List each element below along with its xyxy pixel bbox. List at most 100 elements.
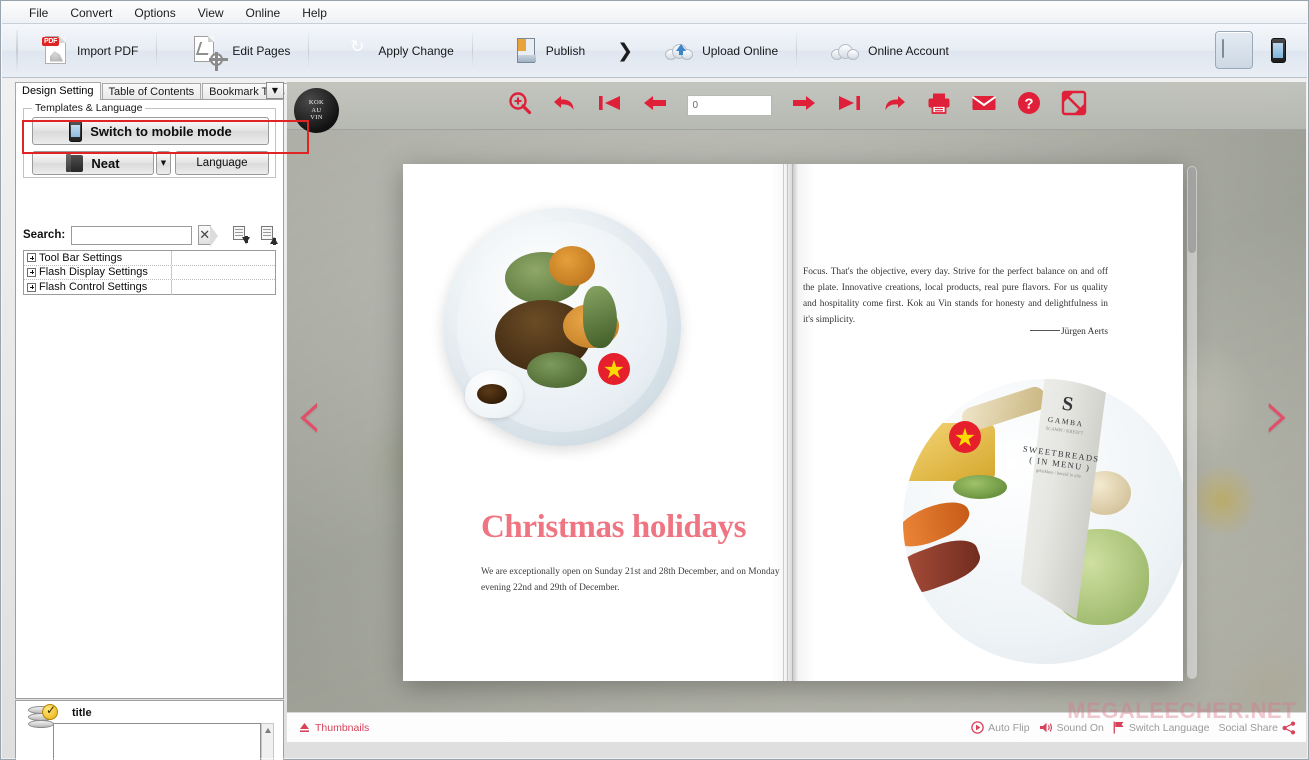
print-icon[interactable] xyxy=(926,90,952,121)
import-pdf-label: Import PDF xyxy=(77,43,139,58)
book-page-left[interactable]: ★ Christmas holidays We are exceptionall… xyxy=(403,164,793,681)
tree-label: Flash Display Settings xyxy=(39,266,148,279)
settings-tree: Tool Bar Settings Flash Display Settings… xyxy=(23,250,276,295)
expander-plus-icon[interactable] xyxy=(27,267,36,277)
publish-chevron-icon[interactable]: ❯ xyxy=(603,40,647,62)
flip-next-arrow[interactable]: › xyxy=(1263,378,1292,450)
tree-row-tool-bar-settings[interactable]: Tool Bar Settings xyxy=(24,251,275,266)
sauce-bowl xyxy=(465,370,523,418)
ribbon-divider-2 xyxy=(308,30,310,71)
flipbook-preview-area: ? KOK AU VIN ‹ › xyxy=(287,82,1306,742)
search-input[interactable] xyxy=(71,225,193,245)
tab-design-setting[interactable]: Design Setting xyxy=(15,82,101,100)
collapse-all-icon[interactable] xyxy=(233,226,251,244)
author-rule xyxy=(1030,330,1061,331)
social-share-label: Social Share xyxy=(1218,721,1278,734)
expander-plus-icon[interactable] xyxy=(27,253,36,263)
tree-label: Tool Bar Settings xyxy=(39,251,123,264)
pdf-icon: PDF xyxy=(42,35,68,66)
flipbook-bottom-right-controls: Auto Flip Sound On Switch Language Socia… xyxy=(971,721,1296,735)
auto-flip-label: Auto Flip xyxy=(988,721,1030,734)
language-label: Language xyxy=(196,157,248,169)
tree-row-flash-display-settings[interactable]: Flash Display Settings xyxy=(24,265,275,280)
page-body-christmas: We are exceptionally open on Sunday 21st… xyxy=(481,567,780,593)
help-text-area[interactable] xyxy=(53,723,261,760)
panel-tabs: Design Setting Table of Contents Bookmar… xyxy=(15,82,292,100)
first-page-icon[interactable] xyxy=(597,90,623,121)
expand-all-icon[interactable] xyxy=(261,226,279,245)
language-button[interactable]: Language xyxy=(175,151,269,175)
undo-icon[interactable] xyxy=(552,90,578,121)
ribbon-divider-3 xyxy=(471,30,473,71)
help-scrollbar[interactable] xyxy=(261,723,274,760)
template-neat-label: Neat xyxy=(91,155,120,171)
food-plate-photo-right: S GAMBA SCAMPI / KREEFT SWEETBREADS ( IN… xyxy=(903,379,1183,664)
publish-button[interactable]: Publish xyxy=(497,29,603,73)
menu-bar: File Convert Options View Online Help xyxy=(2,2,1307,24)
apply-change-icon xyxy=(345,39,369,63)
upload-online-button[interactable]: Upload Online xyxy=(647,29,796,73)
online-account-button[interactable]: Online Account xyxy=(813,29,967,73)
flip-previous-arrow[interactable]: ‹ xyxy=(295,378,324,450)
zoom-in-icon[interactable] xyxy=(507,90,533,121)
template-dropdown-button[interactable]: ▼ xyxy=(156,151,171,175)
tree-row-flash-control-settings[interactable]: Flash Control Settings xyxy=(24,280,275,295)
menu-item-online[interactable]: Online xyxy=(235,4,292,22)
switch-language-button[interactable]: Switch Language xyxy=(1113,721,1209,734)
page-number-input[interactable] xyxy=(686,95,772,116)
desktop-view-button[interactable] xyxy=(1215,31,1253,69)
flipbook-bottom-bar: Thumbnails Auto Flip Sound On Switch Lan… xyxy=(287,712,1306,742)
tree-value-cell xyxy=(172,280,275,295)
templates-language-group: Templates & Language Switch to mobile mo… xyxy=(23,102,276,178)
switch-to-mobile-mode-label: Switch to mobile mode xyxy=(90,123,232,139)
help-panel: title Instant Help xyxy=(15,700,284,760)
publish-label: Publish xyxy=(545,43,586,58)
sound-toggle-button[interactable]: Sound On xyxy=(1039,721,1104,734)
expander-plus-icon[interactable] xyxy=(27,282,36,292)
mobile-view-button[interactable] xyxy=(1259,31,1297,69)
tree-value-cell xyxy=(172,251,275,265)
star-badge-left: ★ xyxy=(598,353,630,385)
page-quote-author: Jürgen Aerts xyxy=(803,327,1108,337)
import-pdf-button[interactable]: PDF Import PDF xyxy=(24,29,156,73)
next-page-icon[interactable] xyxy=(791,90,817,121)
redo-icon[interactable] xyxy=(881,90,907,121)
previous-page-icon[interactable] xyxy=(642,90,668,121)
edit-pages-label: Edit Pages xyxy=(232,43,291,58)
apply-change-button[interactable]: Apply Change xyxy=(327,29,471,73)
cloud-account-icon xyxy=(831,41,860,61)
flipbook[interactable]: ★ Christmas holidays We are exceptionall… xyxy=(403,164,1197,681)
help-icon[interactable]: ? xyxy=(1016,90,1042,121)
upload-online-label: Upload Online xyxy=(702,43,779,58)
scroll-up-icon[interactable] xyxy=(265,728,271,733)
menu-item-view[interactable]: View xyxy=(187,4,235,22)
last-page-icon[interactable] xyxy=(836,90,862,121)
templates-language-label: Templates & Language xyxy=(32,102,146,114)
auto-flip-icon xyxy=(971,721,984,734)
tab-table-of-contents[interactable]: Table of Contents xyxy=(101,83,202,100)
email-icon[interactable] xyxy=(971,90,997,121)
flag-icon xyxy=(1113,721,1124,734)
menu-item-file[interactable]: File xyxy=(18,4,59,22)
edit-pages-button[interactable]: Edit Pages xyxy=(175,29,308,73)
tab-overflow-dropdown-icon[interactable]: ▼ xyxy=(266,82,284,99)
auto-flip-button[interactable]: Auto Flip xyxy=(971,721,1030,734)
menu-item-help[interactable]: Help xyxy=(291,4,338,22)
book-page-right[interactable]: Focus. That's the objective, every day. … xyxy=(793,164,1183,681)
book-scrollbar[interactable] xyxy=(1187,166,1197,679)
thumbnails-button[interactable]: Thumbnails xyxy=(299,722,369,734)
switch-to-mobile-mode-button[interactable]: Switch to mobile mode xyxy=(32,117,269,145)
share-icon xyxy=(1282,721,1296,734)
brand-logo-line-3: VIN xyxy=(310,114,323,122)
menu-item-options[interactable]: Options xyxy=(123,4,186,22)
scrollbar-thumb[interactable] xyxy=(1188,167,1196,253)
mobile-phone-icon xyxy=(69,120,83,142)
fullscreen-icon[interactable] xyxy=(1061,90,1087,121)
device-view-toggle xyxy=(1215,31,1297,69)
menu-item-convert[interactable]: Convert xyxy=(59,4,123,22)
clear-search-button[interactable]: ✕ xyxy=(198,225,218,247)
social-share-button[interactable]: Social Share xyxy=(1218,721,1296,735)
thumbnails-label: Thumbnails xyxy=(315,721,370,734)
template-neat-button[interactable]: Neat xyxy=(32,151,154,175)
publish-icon xyxy=(515,37,537,64)
